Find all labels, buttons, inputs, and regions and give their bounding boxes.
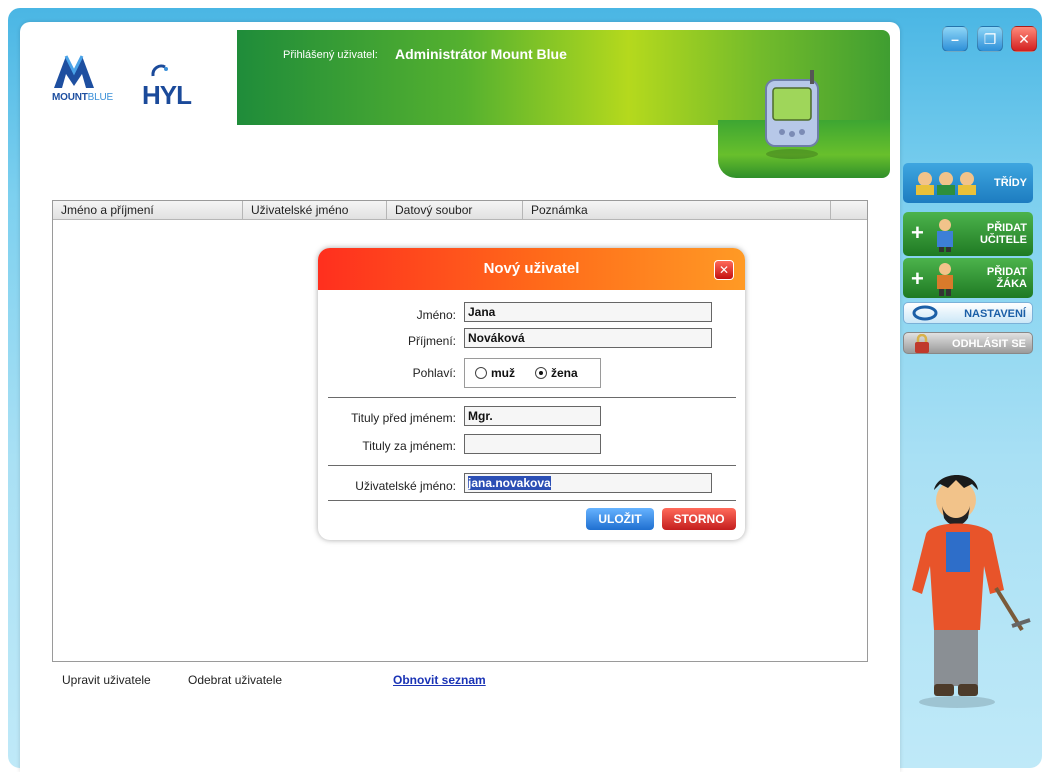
handheld-device-icon bbox=[765, 70, 819, 159]
gender-male-label[interactable]: muž bbox=[491, 366, 515, 380]
dialog-separator bbox=[328, 500, 736, 501]
close-icon: ✕ bbox=[718, 263, 730, 277]
add-teacher-label-2: UČITELE bbox=[979, 234, 1027, 246]
gender-male-radio[interactable] bbox=[475, 367, 487, 379]
lock-icon bbox=[915, 334, 929, 353]
minimize-button[interactable]: – bbox=[942, 26, 968, 52]
remove-user-link[interactable]: Odebrat uživatele bbox=[188, 673, 282, 687]
sidebar-classes-button[interactable]: TŘÍDY bbox=[903, 163, 1033, 203]
add-student-label: PŘIDAT ŽÁKA bbox=[987, 266, 1027, 290]
sidebar-add-student-button[interactable]: + PŘIDAT ŽÁKA bbox=[903, 258, 1033, 298]
first-name-label: Jméno: bbox=[416, 308, 456, 322]
sidebar-logout-button[interactable]: ODHLÁSIT SE bbox=[903, 332, 1033, 354]
minimize-icon: – bbox=[951, 31, 959, 47]
gender-female-label[interactable]: žena bbox=[551, 366, 578, 380]
teacher-figure-icon bbox=[937, 219, 953, 252]
mount-blue-wordmark: MOUNTBLUE bbox=[52, 92, 113, 103]
add-teacher-label-1: PŘIDAT bbox=[986, 222, 1027, 234]
edit-user-link[interactable]: Upravit uživatele bbox=[62, 673, 151, 687]
student-figure-icon bbox=[937, 263, 953, 296]
logged-user-label: Přihlášený uživatel: bbox=[283, 49, 378, 61]
mount-blue-logo-icon bbox=[54, 55, 94, 88]
column-header-empty bbox=[831, 201, 867, 219]
classes-people-icon bbox=[916, 172, 976, 195]
sidebar-add-teacher-button[interactable]: + PŘIDAT UČITELE bbox=[903, 212, 1033, 256]
sidebar-settings-button[interactable]: NASTAVENÍ bbox=[903, 302, 1033, 324]
add-student-label-1: PŘIDAT bbox=[986, 266, 1027, 278]
gender-radio-group: muž žena bbox=[464, 358, 601, 388]
hyl-swirl-icon bbox=[151, 64, 168, 77]
close-window-button[interactable]: ✕ bbox=[1011, 26, 1037, 52]
save-button[interactable]: ULOŽIT bbox=[586, 508, 654, 530]
add-student-label-2: ŽÁKA bbox=[996, 278, 1027, 290]
dialog-separator bbox=[328, 397, 736, 398]
last-name-input[interactable]: Nováková bbox=[464, 328, 712, 348]
maximize-icon: ❐ bbox=[983, 31, 997, 47]
column-header-name[interactable]: Jméno a příjmení bbox=[53, 201, 243, 219]
refresh-list-link[interactable]: Obnovit seznam bbox=[393, 673, 486, 687]
plus-icon: + bbox=[911, 266, 924, 291]
first-name-input[interactable]: Jana bbox=[464, 302, 712, 322]
logout-label: ODHLÁSIT SE bbox=[952, 338, 1026, 350]
title-before-input[interactable]: Mgr. bbox=[464, 406, 601, 426]
title-after-label: Tituly za jménem: bbox=[362, 439, 456, 453]
username-input[interactable]: jana.novakova bbox=[464, 473, 712, 493]
column-header-note[interactable]: Poznámka bbox=[523, 201, 831, 219]
gender-label: Pohlaví: bbox=[412, 366, 456, 380]
plus-icon: + bbox=[911, 220, 924, 245]
mountaineer-mascot-icon bbox=[912, 475, 1031, 708]
new-user-dialog: Nový uživatel ✕ Jméno: Jana Příjmení: No… bbox=[318, 248, 745, 540]
column-header-data-file[interactable]: Datový soubor bbox=[387, 201, 523, 219]
hyl-logo-text: HYL bbox=[142, 80, 192, 110]
dialog-title: Nový uživatel bbox=[483, 260, 580, 277]
column-header-username[interactable]: Uživatelské jméno bbox=[243, 201, 387, 219]
dialog-close-button[interactable]: ✕ bbox=[714, 260, 734, 280]
logged-user-name: Administrátor Mount Blue bbox=[395, 46, 567, 62]
classes-label: TŘÍDY bbox=[994, 177, 1027, 189]
gender-female-radio[interactable] bbox=[535, 367, 547, 379]
title-after-input[interactable] bbox=[464, 434, 601, 454]
settings-label: NASTAVENÍ bbox=[964, 308, 1026, 320]
dialog-separator bbox=[328, 465, 736, 466]
table-header: Jméno a příjmení Uživatelské jméno Datov… bbox=[53, 201, 867, 220]
username-selected-text: jana.novakova bbox=[468, 476, 551, 490]
close-icon: ✕ bbox=[1018, 31, 1030, 47]
add-teacher-label: PŘIDAT UČITELE bbox=[980, 222, 1027, 246]
username-label: Uživatelské jméno: bbox=[355, 479, 456, 493]
cancel-button[interactable]: STORNO bbox=[662, 508, 736, 530]
carabiner-icon bbox=[912, 305, 938, 321]
title-before-label: Tituly před jménem: bbox=[351, 411, 456, 425]
last-name-label: Příjmení: bbox=[407, 334, 456, 348]
maximize-button[interactable]: ❐ bbox=[977, 26, 1003, 52]
